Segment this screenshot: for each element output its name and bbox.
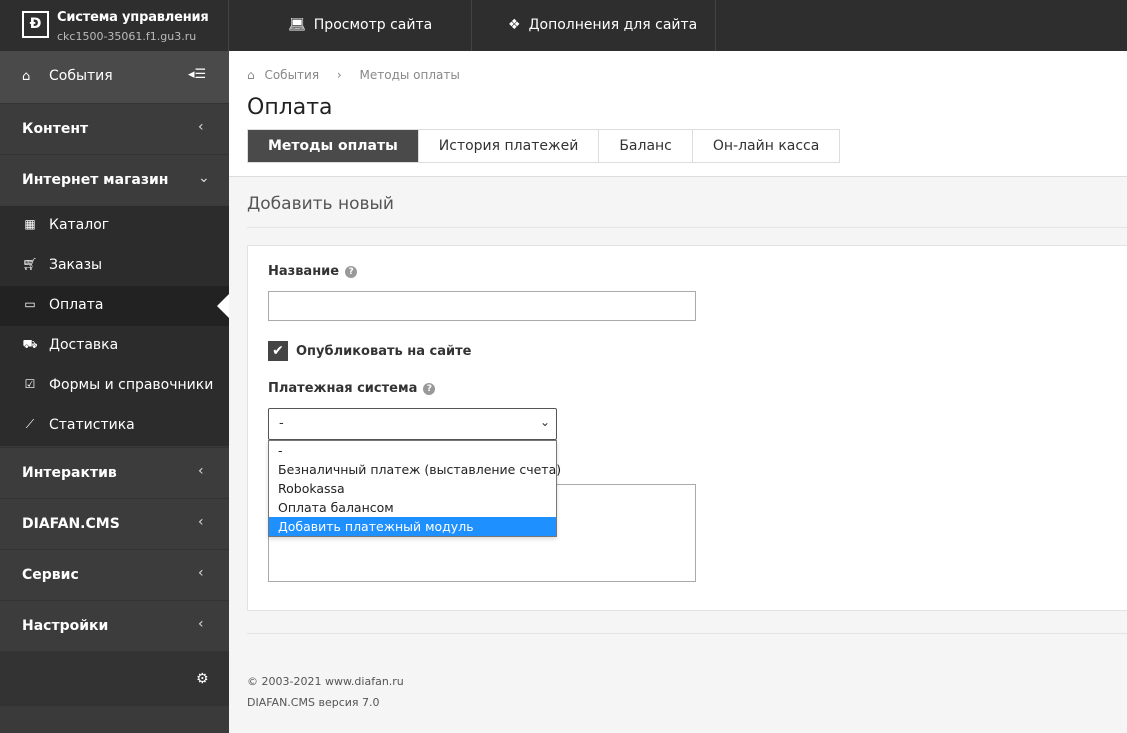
sidebar-item-label: Заказы <box>49 257 103 273</box>
tab-online-cashbox[interactable]: Он-лайн касса <box>693 130 839 162</box>
sidebar-item-label: Доставка <box>49 337 119 353</box>
footer-copyright: © 2003-2021 www.diafan.ru <box>247 675 404 688</box>
sidebar-section-interactive[interactable]: Интерактив ‹ <box>0 447 229 498</box>
sidebar-item-payment[interactable]: ▭ Оплата <box>0 286 229 326</box>
dropdown-option[interactable]: Robokassa <box>269 479 556 498</box>
publish-label[interactable]: Опубликовать на сайте <box>296 344 471 359</box>
help-icon[interactable]: ? <box>345 266 358 278</box>
sidebar-section-settings[interactable]: Настройки ‹ <box>0 600 229 651</box>
footer-version: DIAFAN.CMS версия 7.0 <box>247 696 380 709</box>
menu-toggle-icon[interactable]: ◂☰ <box>188 67 206 82</box>
sidebar-section-label: DIAFAN.CMS <box>22 516 120 532</box>
chevron-left-icon: ‹ <box>198 463 204 479</box>
page-header: ⌂ События › Методы оплаты Оплата Методы … <box>229 51 1127 177</box>
addons-label: Дополнения для сайта <box>528 17 698 33</box>
sidebar-item-label: Статистика <box>49 417 135 433</box>
check-icon: ✔ <box>272 343 284 359</box>
chevron-down-icon: ⌄ <box>198 170 210 186</box>
select-value: - <box>279 416 284 431</box>
sidebar-item-forms[interactable]: ☑ Формы и справочники <box>0 366 229 406</box>
dropdown-option[interactable]: Оплата балансом <box>269 498 556 517</box>
truck-icon: ⛟ <box>22 337 38 351</box>
sidebar-section-label: Сервис <box>22 567 79 583</box>
divider <box>247 227 1127 228</box>
sidebar-item-events[interactable]: ⌂ События ◂☰ <box>0 51 229 103</box>
checkbox-icon: ☑ <box>24 377 36 391</box>
sidebar-section-content[interactable]: Контент ‹ <box>0 103 229 154</box>
laptop-icon: 💻︎ <box>288 17 306 33</box>
dropdown-option-add-module[interactable]: Добавить платежный модуль <box>269 517 556 536</box>
top-bar: Ɖ Система управления ckc1500-35061.f1.gu… <box>0 0 1127 51</box>
cart-icon: 🛒︎ <box>22 257 38 271</box>
cubes-icon: ❖ <box>508 17 521 33</box>
name-label: Название? <box>268 264 358 279</box>
sidebar-item-orders[interactable]: 🛒︎ Заказы <box>0 246 229 286</box>
chevron-down-icon: ⌄ <box>539 415 550 429</box>
credit-card-icon: ▭ <box>24 297 36 311</box>
sidebar-item-delivery[interactable]: ⛟ Доставка <box>0 326 229 366</box>
sidebar-item-label: Формы и справочники <box>49 377 214 393</box>
chevron-left-icon: ‹ <box>198 514 204 530</box>
page-title: Оплата <box>247 95 333 120</box>
sidebar-item-statistics[interactable]: ⟋ Статистика <box>0 406 229 446</box>
brand-title: Система управления <box>57 10 209 25</box>
publish-checkbox[interactable]: ✔ <box>268 341 288 361</box>
chevron-left-icon: ‹ <box>198 616 204 632</box>
payment-system-label: Платежная система? <box>268 381 436 396</box>
sidebar-item-label: Каталог <box>49 217 110 233</box>
tab-payment-methods[interactable]: Методы оплаты <box>248 130 419 162</box>
divider <box>247 633 1127 634</box>
sidebar-section-service[interactable]: Сервис ‹ <box>0 549 229 600</box>
name-field[interactable] <box>268 291 696 321</box>
sidebar-item-label: Оплата <box>49 297 104 313</box>
sidebar-item-catalog[interactable]: ▦ Каталог <box>0 206 229 246</box>
brand-logo: Ɖ <box>22 11 49 38</box>
breadcrumb-home[interactable]: События <box>264 68 319 82</box>
brand[interactable]: Ɖ Система управления ckc1500-35061.f1.gu… <box>0 0 229 51</box>
breadcrumb: ⌂ События › Методы оплаты <box>247 68 460 82</box>
tabs: Методы оплаты История платежей Баланс Он… <box>247 129 841 163</box>
sidebar-item-label: События <box>49 68 113 84</box>
payment-system-select[interactable]: - ⌄ <box>268 408 557 440</box>
breadcrumb-separator: › <box>336 68 342 82</box>
home-icon: ⌂ <box>247 68 255 82</box>
sidebar-section-shop[interactable]: Интернет магазин ⌄ <box>0 154 229 205</box>
payment-system-label-text: Платежная система <box>268 381 418 396</box>
sidebar-footer: ⚙ <box>0 651 229 706</box>
sidebar-section-label: Интерактив <box>22 465 117 481</box>
dropdown-option[interactable]: Безналичный платеж (выставление счета) <box>269 460 561 479</box>
grid-icon: ▦ <box>24 217 36 231</box>
sidebar: ⌂ События ◂☰ Контент ‹ Интернет магазин … <box>0 51 229 733</box>
line-chart-icon: ⟋ <box>25 417 35 431</box>
chevron-left-icon: ‹ <box>198 565 204 581</box>
view-site-label: Просмотр сайта <box>313 17 433 33</box>
breadcrumb-current[interactable]: Методы оплаты <box>360 68 460 82</box>
help-icon[interactable]: ? <box>423 383 436 395</box>
sidebar-section-label: Контент <box>22 121 89 137</box>
section-title: Добавить новый <box>247 194 394 214</box>
dropdown-option[interactable]: - <box>269 441 556 460</box>
tab-payment-history[interactable]: История платежей <box>419 130 600 162</box>
brand-domain: ckc1500-35061.f1.gu3.ru <box>57 30 197 43</box>
add-payment-form: Название? ✔ Опубликовать на сайте Платеж… <box>247 245 1127 611</box>
main-content: ⌂ События › Методы оплаты Оплата Методы … <box>229 51 1127 733</box>
home-icon: ⌂ <box>22 69 31 84</box>
addons-link[interactable]: ❖ Дополнения для сайта <box>472 0 716 51</box>
chevron-left-icon: ‹ <box>198 119 204 135</box>
sidebar-section-diafan[interactable]: DIAFAN.CMS ‹ <box>0 498 229 549</box>
gear-icon[interactable]: ⚙ <box>196 671 209 687</box>
view-site-link[interactable]: 💻︎ Просмотр сайта <box>229 0 472 51</box>
name-label-text: Название <box>268 264 340 279</box>
payment-system-dropdown: - Безналичный платеж (выставление счета)… <box>268 440 561 537</box>
sidebar-section-label: Интернет магазин <box>22 172 169 188</box>
tab-balance[interactable]: Баланс <box>599 130 693 162</box>
sidebar-section-label: Настройки <box>22 618 109 634</box>
